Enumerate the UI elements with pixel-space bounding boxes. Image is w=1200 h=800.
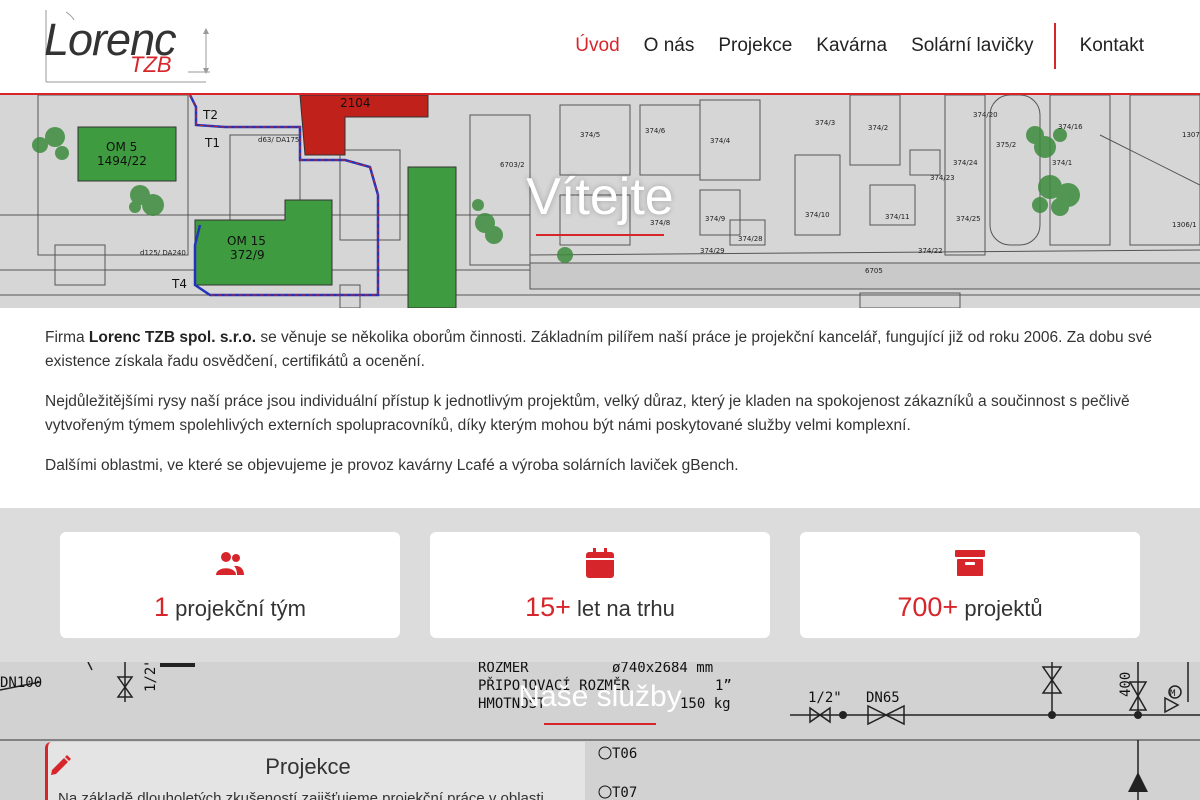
map-parcel-label: 374/24 — [953, 159, 978, 167]
stat-number: 1 — [154, 592, 170, 622]
map-label-t1: T1 — [204, 136, 220, 150]
service-card-text: Na základě dlouholetých zkušeností zajiš… — [58, 790, 544, 800]
logo-sub-text: TZB — [130, 52, 172, 77]
nav-projekce[interactable]: Projekce — [718, 35, 792, 57]
map-parcel-label: 374/28 — [738, 235, 763, 243]
intro-section: Firma Lorenc TZB spol. s.r.o. se věnuje … — [45, 326, 1165, 494]
map-parcel-label: 374/4 — [710, 137, 731, 145]
stats-band: 1 projekční tým 15+ let na trhu 700+ pro… — [0, 508, 1200, 662]
stat-label: projektů — [964, 596, 1043, 621]
map-parcel-label: 374/22 — [918, 247, 943, 255]
intro-paragraph-3: Dalšími oblastmi, ve které se objevujeme… — [45, 457, 739, 474]
map-parcel-label: 374/16 — [1058, 123, 1083, 131]
intro-paragraph-1: Firma Lorenc TZB spol. s.r.o. se věnuje … — [45, 326, 1165, 374]
stat-line: 700+ projektů — [800, 592, 1140, 623]
stat-label: let na trhu — [577, 596, 675, 621]
intro-text: Firma — [45, 329, 89, 346]
nav-separator — [1053, 23, 1056, 69]
stat-number: 15+ — [525, 592, 571, 622]
stat-label: projekční tým — [175, 596, 306, 621]
archive-icon — [955, 550, 985, 576]
users-icon — [216, 552, 244, 575]
stat-card-years: 15+ let na trhu — [430, 532, 770, 638]
services-title: Naše služby — [518, 680, 682, 713]
intro-paragraph-2: Nejdůležitějšími rysy naší práce jsou in… — [45, 393, 1130, 434]
pencil-icon — [51, 755, 71, 775]
service-card-projekce[interactable]: Projekce Na základě dlouholetých zkušeno… — [45, 742, 585, 800]
hero-title-underline — [536, 234, 664, 236]
nav-solarni-lavicky[interactable]: Solární lavičky — [911, 35, 1034, 57]
hero-banner: OM 5 1494/22 OM 15 372/9 2104 T1 T2 T4 6… — [0, 95, 1200, 308]
map-label-1494: 1494/22 — [97, 154, 147, 168]
schematic-label: ROZMER — [478, 662, 529, 676]
map-parcel-label: 374/2 — [868, 124, 888, 132]
map-pipe-label: d63/ DA175 — [258, 136, 299, 144]
stat-card-projects: 700+ projektů — [800, 532, 1140, 638]
map-label-2104: 2104 — [340, 96, 371, 110]
stat-line: 1 projekční tým — [60, 592, 400, 623]
nav-o-nas[interactable]: O nás — [644, 35, 695, 57]
map-label-t2: T2 — [202, 108, 218, 122]
schematic-label: T07 — [612, 785, 637, 800]
schematic-label: ø740x2684 mm — [612, 662, 713, 676]
map-label-om5: OM 5 — [106, 140, 137, 154]
map-label-t4: T4 — [171, 277, 187, 291]
stat-line: 15+ let na trhu — [430, 592, 770, 623]
hero-title: Vítejte — [526, 168, 674, 226]
logo[interactable]: Lorenc TZB — [38, 8, 213, 86]
stat-card-team: 1 projekční tým — [60, 532, 400, 638]
nav-uvod[interactable]: Úvod — [575, 35, 619, 57]
map-parcel-label: 375/2 — [996, 141, 1016, 149]
schematic-label: T06 — [612, 746, 637, 762]
nav-kavarna[interactable]: Kavárna — [816, 35, 887, 57]
map-parcel-label: 374/3 — [815, 119, 835, 127]
calendar-icon — [586, 548, 614, 578]
site-header: Lorenc TZB Úvod O nás Projekce Kavárna S… — [0, 0, 1200, 95]
map-parcel-label: 374/1 — [1052, 159, 1072, 167]
map-parcel-label: 374/6 — [645, 127, 666, 135]
map-parcel-label: 1307 — [1182, 131, 1200, 139]
service-card-title: Projekce — [265, 754, 351, 779]
map-parcel-label: 374/20 — [973, 111, 998, 119]
main-nav: Úvod O nás Projekce Kavárna Solární lavi… — [551, 22, 1144, 70]
map-label-om15: OM 15 — [227, 234, 266, 248]
services-section: ROZMER PŘIPOJOVACÍ ROZMĚR HMOTNOST ø740x… — [0, 662, 1200, 800]
map-label-6705: 6705 — [865, 267, 883, 275]
map-pipe-label: d125/ DA240 — [140, 249, 186, 257]
services-title-underline — [544, 723, 656, 725]
stat-number: 700+ — [897, 592, 959, 622]
map-parcel-label: 374/5 — [580, 131, 600, 139]
nav-kontakt[interactable]: Kontakt — [1080, 35, 1144, 57]
map-label-3729: 372/9 — [230, 248, 265, 262]
company-name: Lorenc TZB spol. s.r.o. — [88, 329, 257, 346]
map-parcel-label: 374/29 — [700, 247, 725, 255]
